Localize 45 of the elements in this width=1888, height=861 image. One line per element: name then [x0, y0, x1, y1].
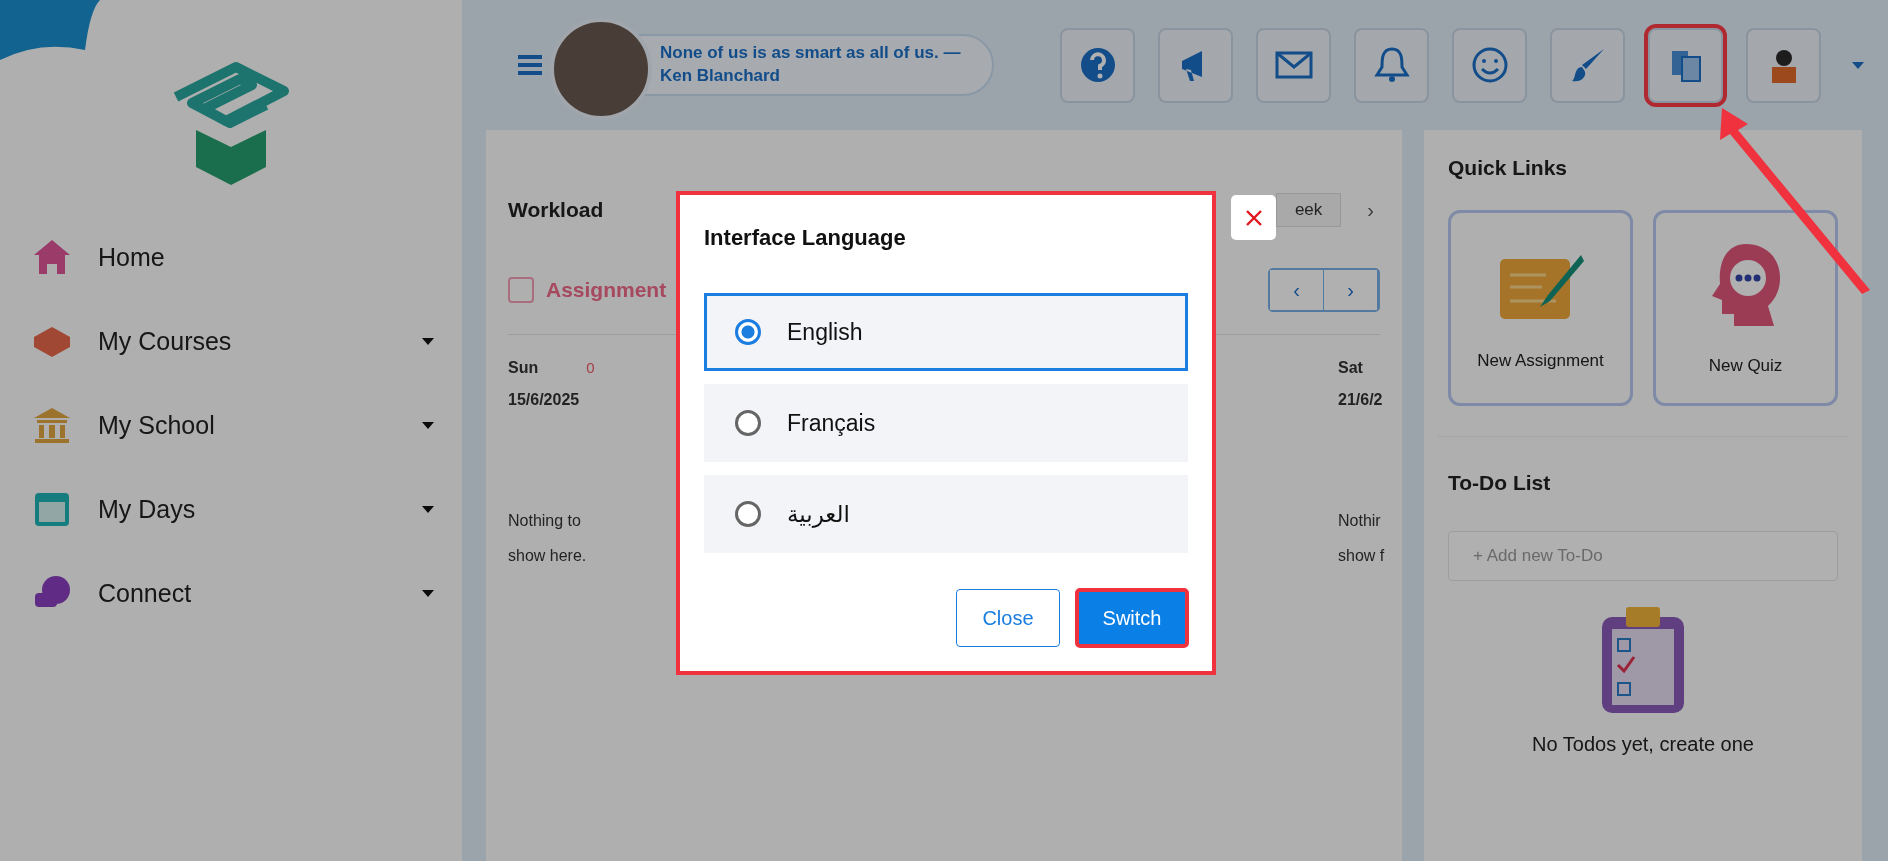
mail-icon[interactable]	[1256, 27, 1331, 103]
empty-message: Nothir show f	[1338, 511, 1386, 567]
smiley-icon[interactable]	[1452, 27, 1527, 103]
day-date: 15/6/2025	[508, 391, 581, 409]
profile-icon[interactable]	[1746, 27, 1821, 103]
quick-link-card[interactable]: New Quiz	[1653, 210, 1838, 406]
sidebar-item[interactable]: My School	[32, 403, 434, 447]
panel-title: Quick Links	[1448, 156, 1569, 180]
menu-icon[interactable]	[518, 55, 542, 75]
language-option[interactable]: Français	[704, 384, 1188, 462]
next-button[interactable]: ›	[1361, 197, 1380, 223]
brush-icon[interactable]	[1550, 27, 1625, 103]
building-icon	[32, 405, 72, 445]
close-icon[interactable]	[1231, 195, 1276, 240]
sidebar-item[interactable]: My Days	[32, 487, 434, 531]
panel-title: To-Do List	[1448, 471, 1552, 495]
panel-title: Workload	[508, 198, 604, 222]
caret-icon	[422, 421, 434, 429]
day-name: Sat	[1338, 359, 1363, 377]
dialog-title: Interface Language	[704, 225, 907, 251]
bell-icon[interactable]	[1354, 27, 1429, 103]
quote-text: None of us is as smart as all of us. — Ken Blanchard	[660, 42, 962, 87]
megaphone-icon[interactable]	[1158, 27, 1233, 103]
caret-icon	[422, 589, 434, 597]
sidebar-item[interactable]: My Courses	[32, 319, 434, 363]
count-label: 0	[586, 359, 595, 377]
arrow-button[interactable]: ‹	[1270, 270, 1324, 310]
empty-message: Nothing to show here.	[508, 511, 588, 567]
caret-icon[interactable]	[1852, 61, 1864, 69]
language-option[interactable]: العربية	[704, 475, 1188, 553]
todo-input-field[interactable]: + Add new To-Do	[1448, 531, 1838, 581]
quick-link-card[interactable]: New Assignment	[1448, 210, 1633, 406]
sidebar-item[interactable]: Home	[32, 235, 434, 279]
caret-icon	[422, 505, 434, 513]
switch-button[interactable]: Switch	[1076, 589, 1188, 647]
house-icon	[32, 237, 72, 277]
period-button[interactable]: eek	[1275, 193, 1342, 227]
close-button[interactable]: Close	[956, 589, 1060, 647]
caret-icon	[422, 337, 434, 345]
language-option[interactable]: English	[704, 293, 1188, 371]
help-icon[interactable]	[1060, 27, 1135, 103]
sidebar-item[interactable]: Connect	[32, 571, 434, 615]
empty-message: No Todos yet, create one	[1532, 733, 1754, 756]
day-name: Sun	[508, 359, 539, 377]
day-date: 21/6/2	[1338, 391, 1384, 409]
